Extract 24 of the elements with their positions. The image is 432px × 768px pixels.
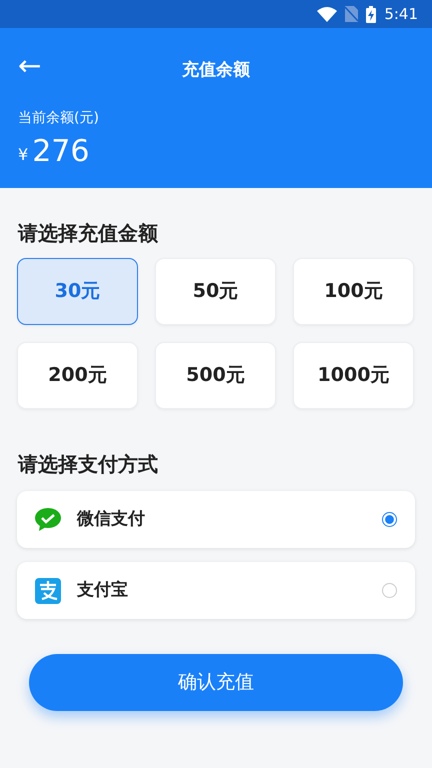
- amount-option[interactable]: 50元: [155, 258, 276, 325]
- currency-symbol: ¥: [18, 144, 28, 166]
- section-title: 请选择支付方式: [16, 451, 159, 478]
- status-time: 5:41: [384, 4, 418, 25]
- balance-label: 当前余额(元): [18, 109, 100, 128]
- wifi-icon: [317, 6, 338, 22]
- radio-button[interactable]: [382, 512, 397, 527]
- battery-charging-icon: [366, 6, 376, 22]
- section-title: 请选择充值金额: [16, 220, 159, 247]
- page-title: 充值余额: [182, 59, 250, 82]
- no-sim-icon: [345, 6, 358, 22]
- back-button[interactable]: ←: [18, 52, 42, 80]
- alipay-icon: [35, 578, 61, 604]
- amount-option[interactable]: 200元: [17, 342, 138, 409]
- payment-option[interactable]: 支付宝: [17, 562, 415, 619]
- confirm-button[interactable]: 确认充值: [29, 654, 403, 711]
- chat-bubble-icon: [35, 508, 61, 532]
- payment-option[interactable]: 微信支付: [17, 491, 415, 548]
- amount-option[interactable]: 1000元: [293, 342, 414, 409]
- amount-option[interactable]: 100元: [293, 258, 414, 325]
- balance-amount: 276: [32, 137, 90, 167]
- amount-option[interactable]: 30元: [17, 258, 138, 325]
- radio-button[interactable]: [382, 583, 397, 598]
- amount-option[interactable]: 500元: [155, 342, 276, 409]
